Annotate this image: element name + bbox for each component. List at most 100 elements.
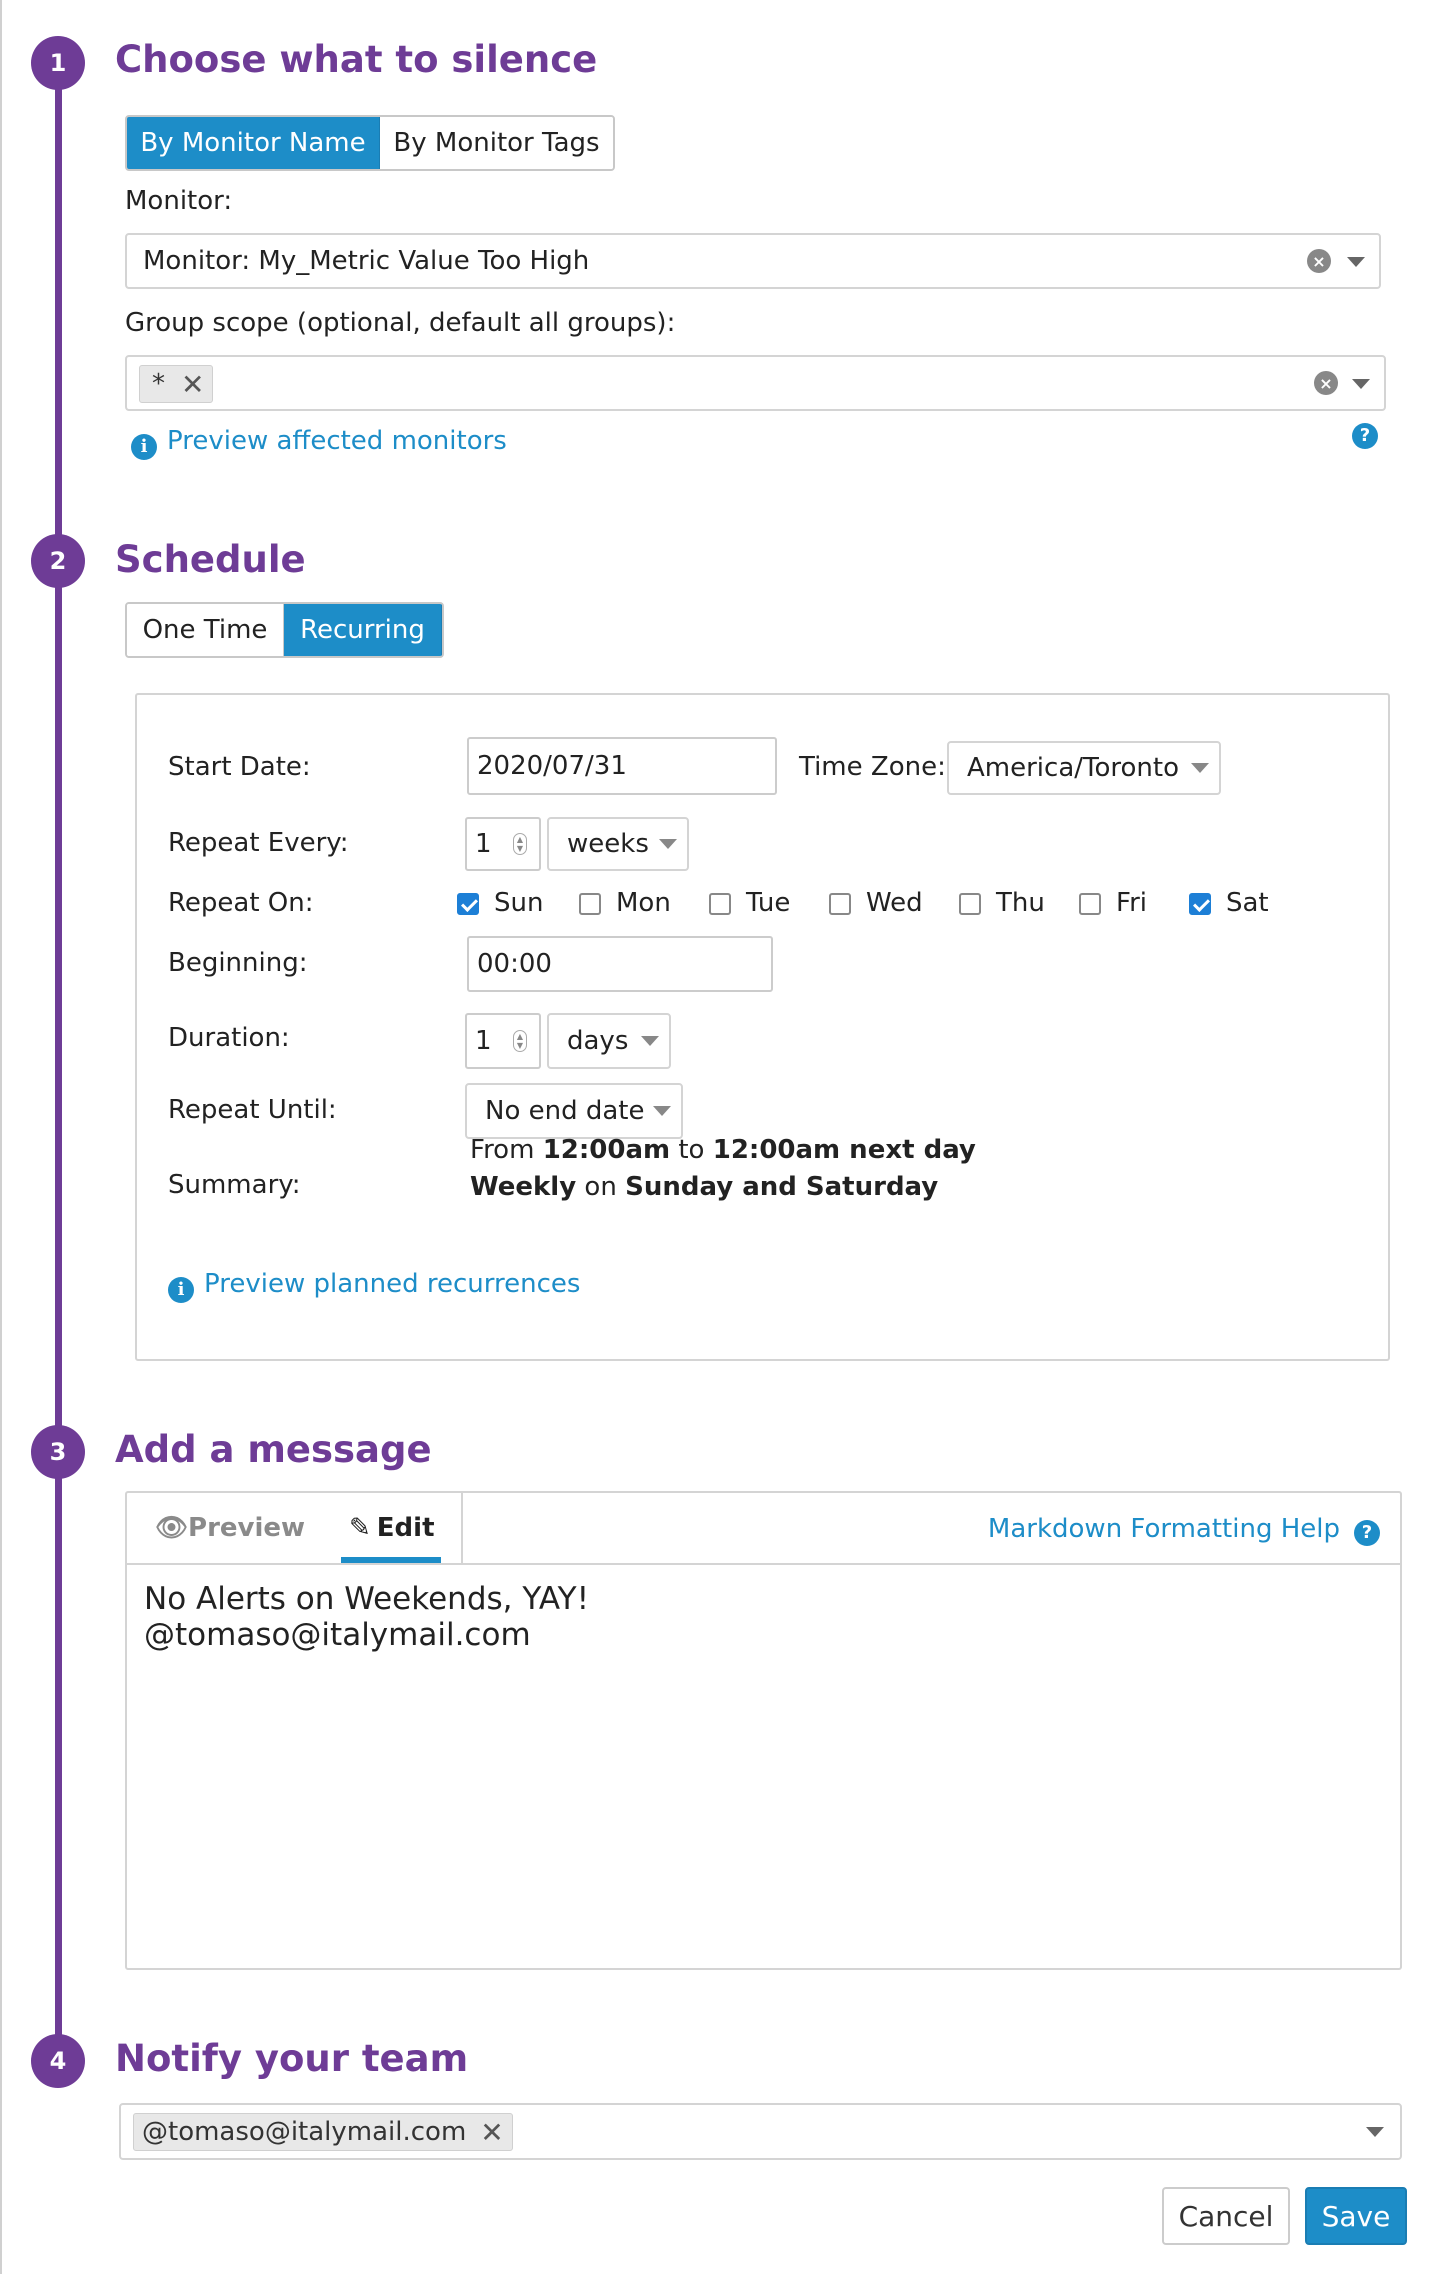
- day-label-thu: Thu: [996, 888, 1045, 918]
- step-1-title: Choose what to silence: [115, 38, 598, 81]
- stepper-arrows-icon[interactable]: ▲ ▼: [513, 833, 527, 855]
- summary-label: Summary:: [168, 1170, 301, 1200]
- day-label-wed: Wed: [866, 888, 923, 918]
- info-icon: i: [131, 433, 157, 460]
- repeat-until-label: Repeat Until:: [168, 1095, 337, 1125]
- stepper-arrows-icon[interactable]: ▲ ▼: [513, 1030, 527, 1052]
- checkbox-sat[interactable]: [1189, 893, 1211, 915]
- markdown-help-link[interactable]: Markdown Formatting Help: [988, 1514, 1340, 1544]
- tab-preview[interactable]: 👁Preview: [155, 1513, 305, 1543]
- recurring-schedule-panel: Start Date: 2020/07/31 Time Zone: Americ…: [135, 693, 1390, 1361]
- group-scope-label: Group scope (optional, default all group…: [125, 308, 676, 338]
- preview-affected-monitors-label: Preview affected monitors: [167, 426, 507, 456]
- summary-start-time: 12:00am: [542, 1135, 671, 1165]
- step-3-badge: 3: [31, 1425, 85, 1479]
- help-icon: ?: [1352, 422, 1378, 449]
- step-2-badge: 2: [31, 534, 85, 588]
- day-label-mon: Mon: [616, 888, 671, 918]
- remove-tag-icon[interactable]: ✕: [181, 368, 204, 401]
- duration-unit-select[interactable]: days: [547, 1013, 671, 1069]
- chevron-down-icon[interactable]: [641, 1036, 659, 1046]
- one-time-button[interactable]: One Time: [127, 604, 284, 656]
- recipient-tag: @tomaso@italymail.com ✕: [133, 2113, 513, 2151]
- summary-end-time: 12:00am next day: [712, 1135, 976, 1165]
- repeat-every-unit-select[interactable]: weeks: [547, 817, 689, 871]
- beginning-label: Beginning:: [168, 948, 308, 978]
- duration-value: 1: [475, 1026, 492, 1056]
- repeat-on-label: Repeat On:: [168, 888, 314, 918]
- active-tab-indicator: [341, 1557, 441, 1563]
- info-icon: i: [168, 1276, 194, 1303]
- beginning-time-input[interactable]: 00:00: [467, 936, 773, 992]
- step-4-title: Notify your team: [115, 2037, 469, 2080]
- day-label-sun: Sun: [494, 888, 544, 918]
- time-zone-select[interactable]: America/Toronto: [947, 741, 1221, 795]
- preview-planned-recurrences-link[interactable]: i Preview planned recurrences: [168, 1269, 580, 1303]
- recipient-tag-label: @tomaso@italymail.com: [142, 2117, 467, 2147]
- message-tabs: 👁Preview ✎ Edit Markdown Formatting Help …: [127, 1493, 1400, 1565]
- checkbox-wed[interactable]: [829, 893, 851, 915]
- repeat-every-value: 1: [475, 829, 492, 859]
- summary-text: to: [670, 1135, 713, 1165]
- tab-edit[interactable]: ✎ Edit: [349, 1513, 435, 1543]
- by-monitor-tags-button[interactable]: By Monitor Tags: [380, 117, 613, 169]
- repeat-until-select[interactable]: No end date: [465, 1083, 683, 1139]
- chevron-down-icon[interactable]: [1352, 379, 1370, 389]
- summary-line-2: Weekly on Sunday and Saturday: [470, 1169, 976, 1206]
- start-date-label: Start Date:: [168, 752, 311, 782]
- monitor-select[interactable]: Monitor: My_Metric Value Too High ×: [125, 233, 1381, 289]
- chevron-down-icon[interactable]: [653, 1106, 671, 1116]
- tab-preview-label: Preview: [188, 1513, 306, 1543]
- duration-stepper[interactable]: 1 ▲ ▼: [465, 1013, 541, 1069]
- checkbox-sun[interactable]: [457, 893, 479, 915]
- summary-days: Sunday and Saturday: [625, 1172, 939, 1202]
- start-date-input[interactable]: 2020/07/31: [467, 737, 777, 795]
- chevron-down-icon[interactable]: [1191, 763, 1209, 773]
- repeat-every-stepper[interactable]: 1 ▲ ▼: [465, 817, 541, 871]
- group-scope-tag-label: *: [152, 369, 165, 399]
- repeat-every-unit-value: weeks: [567, 829, 649, 859]
- message-textarea[interactable]: No Alerts on Weekends, YAY! @tomaso@ital…: [144, 1581, 589, 1653]
- remove-tag-icon[interactable]: ✕: [480, 2116, 503, 2149]
- checkbox-tue[interactable]: [709, 893, 731, 915]
- repeat-every-label: Repeat Every:: [168, 828, 349, 858]
- checkbox-fri[interactable]: [1079, 893, 1101, 915]
- summary-frequency: Weekly: [470, 1172, 577, 1202]
- pencil-icon: ✎: [349, 1513, 371, 1543]
- tab-divider: [461, 1493, 463, 1565]
- schedule-type-toggle: One Time Recurring: [125, 602, 444, 658]
- group-scope-help[interactable]: ?: [1352, 418, 1378, 449]
- summary-text: on: [576, 1172, 626, 1202]
- recurring-button[interactable]: Recurring: [284, 604, 442, 656]
- summary-text: From: [470, 1135, 543, 1165]
- preview-affected-monitors-link[interactable]: i Preview affected monitors: [131, 426, 507, 460]
- step-4-badge: 4: [31, 2034, 85, 2088]
- step-1-badge: 1: [31, 36, 85, 90]
- tab-edit-label: Edit: [376, 1513, 435, 1543]
- window-edge: [0, 0, 2, 2274]
- by-monitor-name-button[interactable]: By Monitor Name: [127, 117, 380, 169]
- duration-unit-value: days: [567, 1026, 629, 1056]
- clear-icon[interactable]: ×: [1314, 371, 1338, 395]
- chevron-down-icon[interactable]: [659, 839, 677, 849]
- chevron-down-icon[interactable]: [1366, 2127, 1384, 2137]
- schedule-summary: From 12:00am to 12:00am next day Weekly …: [470, 1132, 976, 1206]
- markdown-help-button[interactable]: ?: [1354, 1515, 1380, 1546]
- time-zone-value: America/Toronto: [967, 753, 1179, 783]
- save-button[interactable]: Save: [1305, 2187, 1407, 2245]
- message-line-1: No Alerts on Weekends, YAY!: [144, 1581, 590, 1617]
- silence-mode-toggle: By Monitor Name By Monitor Tags: [125, 115, 615, 171]
- summary-line-1: From 12:00am to 12:00am next day: [470, 1132, 976, 1169]
- clear-icon[interactable]: ×: [1307, 249, 1331, 273]
- checkbox-thu[interactable]: [959, 893, 981, 915]
- notify-recipients-select[interactable]: @tomaso@italymail.com ✕: [119, 2103, 1402, 2160]
- time-zone-label: Time Zone:: [799, 752, 946, 782]
- group-scope-select[interactable]: * ✕ ×: [125, 355, 1386, 411]
- step-2-title: Schedule: [115, 538, 306, 581]
- cancel-button[interactable]: Cancel: [1162, 2187, 1290, 2245]
- chevron-down-icon[interactable]: [1347, 257, 1365, 267]
- checkbox-mon[interactable]: [579, 893, 601, 915]
- message-editor: 👁Preview ✎ Edit Markdown Formatting Help …: [125, 1491, 1402, 1970]
- monitor-select-value: Monitor: My_Metric Value Too High: [143, 246, 590, 276]
- duration-label: Duration:: [168, 1023, 290, 1053]
